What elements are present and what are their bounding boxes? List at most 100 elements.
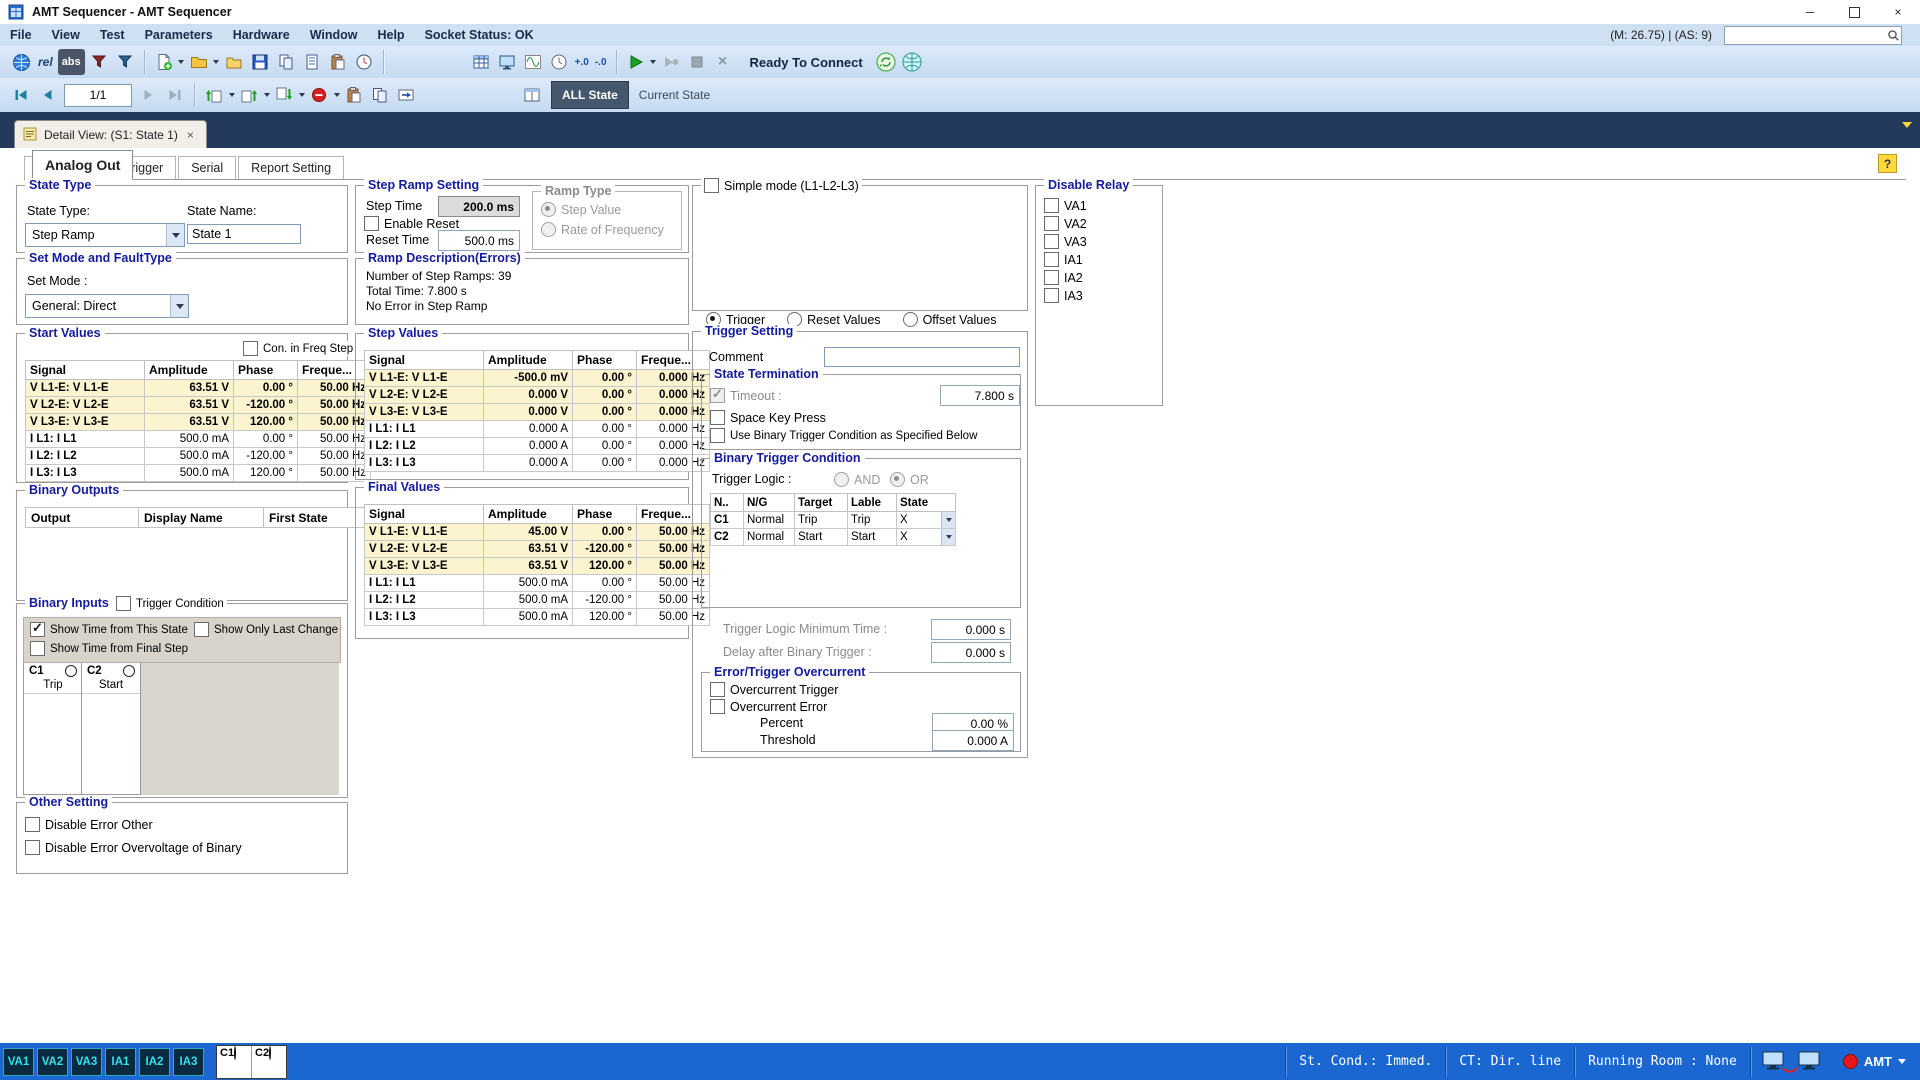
reconnect-icon[interactable] <box>874 50 898 74</box>
set-mode-dropdown-icon[interactable] <box>170 295 188 317</box>
insert-state-after-icon[interactable] <box>237 83 261 107</box>
cell[interactable]: Trip <box>795 512 848 529</box>
cell[interactable]: 500.0 mA <box>145 448 234 465</box>
split-view-icon[interactable] <box>520 83 544 107</box>
cell[interactable]: I L3: I L3 <box>365 609 484 626</box>
cell[interactable]: 0.000 V <box>484 404 573 421</box>
combo-dropdown-icon[interactable] <box>941 512 955 528</box>
cell[interactable]: I L2: I L2 <box>365 592 484 609</box>
delete-state-dropdown-icon[interactable] <box>332 83 341 107</box>
waveform-icon[interactable] <box>521 50 545 74</box>
trigger-logic-min-time-value[interactable]: 0.000 s <box>931 619 1011 640</box>
time-view-icon[interactable] <box>547 50 571 74</box>
cell[interactable]: V L1-E: V L1-E <box>365 524 484 541</box>
first-state-icon[interactable] <box>9 83 33 107</box>
cell[interactable]: -120.00 ° <box>573 592 637 609</box>
last-state-icon[interactable] <box>163 83 187 107</box>
detail-view-tab[interactable]: Detail View: (S1: State 1) × <box>14 120 207 149</box>
disable-relay-va3-checkbox[interactable]: VA3 <box>1044 234 1087 249</box>
or-radio[interactable]: OR <box>890 472 929 487</box>
cell[interactable]: 63.51 V <box>145 397 234 414</box>
cell[interactable]: 63.51 V <box>484 558 573 575</box>
cell[interactable]: I L1: I L1 <box>365 421 484 438</box>
cell[interactable]: -120.00 ° <box>234 397 298 414</box>
copy-icon[interactable] <box>274 50 298 74</box>
search-box[interactable] <box>1724 26 1902 45</box>
freq-step-checkbox[interactable]: Con. in Freq Step <box>241 341 355 356</box>
cell[interactable]: I L3: I L3 <box>365 455 484 472</box>
open-file-icon[interactable] <box>187 50 211 74</box>
cell[interactable]: V L2-E: V L2-E <box>365 387 484 404</box>
cell[interactable]: 120.00 ° <box>573 558 637 575</box>
table-row[interactable]: V L1-E: V L1-E63.51 V0.00 °50.00 Hz <box>26 380 371 397</box>
append-state-dropdown-icon[interactable] <box>297 83 306 107</box>
open-file-dropdown-icon[interactable] <box>212 50 221 74</box>
comment-input[interactable] <box>824 347 1020 367</box>
contact-indicator-c1[interactable]: C1 <box>217 1046 252 1078</box>
menu-file[interactable]: File <box>0 28 42 42</box>
cell[interactable]: V L1-E: V L1-E <box>26 380 145 397</box>
table-row[interactable]: V L3-E: V L3-E0.000 V0.00 °0.000 Hz <box>365 404 710 421</box>
state-combo[interactable]: X <box>897 529 956 546</box>
tab-report-setting[interactable]: Report Setting <box>238 156 344 179</box>
cell[interactable]: 500.0 mA <box>484 592 573 609</box>
amt-device-button[interactable]: AMT <box>1833 1054 1920 1069</box>
new-file-dropdown-icon[interactable] <box>177 50 186 74</box>
cell[interactable]: 0.00 ° <box>573 404 637 421</box>
contact-column-c1[interactable]: C1 Trip <box>23 663 83 795</box>
disable-relay-va1-checkbox[interactable]: VA1 <box>1044 198 1087 213</box>
cell[interactable]: 0.00 ° <box>573 575 637 592</box>
tab-close-icon[interactable]: × <box>185 128 196 142</box>
table-row[interactable]: I L1: I L1500.0 mA0.00 °50.00 Hz <box>365 575 710 592</box>
paste-state-icon[interactable] <box>342 83 366 107</box>
and-radio[interactable]: AND <box>834 472 880 487</box>
connection-monitors-icon[interactable] <box>1751 1048 1833 1076</box>
table-row[interactable]: V L2-E: V L2-E63.51 V-120.00 °50.00 Hz <box>365 541 710 558</box>
channel-button-ia1[interactable]: IA1 <box>105 1048 136 1076</box>
insert-after-dropdown-icon[interactable] <box>262 83 271 107</box>
cell[interactable]: I L2: I L2 <box>26 448 145 465</box>
column-header[interactable]: Phase <box>573 351 637 370</box>
cell[interactable]: 0.000 A <box>484 438 573 455</box>
use-binary-trigger-checkbox[interactable]: Use Binary Trigger Condition as Specifie… <box>710 428 977 443</box>
delay-after-binary-trigger-value[interactable]: 0.000 s <box>931 642 1011 663</box>
cell[interactable]: 45.00 V <box>484 524 573 541</box>
table-view-icon[interactable] <box>469 50 493 74</box>
column-header[interactable]: Signal <box>26 361 145 380</box>
cell[interactable]: 120.00 ° <box>234 414 298 431</box>
state-combo[interactable]: X <box>897 512 956 529</box>
table-row[interactable]: V L1-E: V L1-E45.00 V0.00 °50.00 Hz <box>365 524 710 541</box>
trigger-condition-checkbox[interactable]: Trigger Condition <box>113 596 227 611</box>
table-row[interactable]: V L1-E: V L1-E-500.0 mV0.00 °0.000 Hz <box>365 370 710 387</box>
cell[interactable]: 0.000 V <box>484 387 573 404</box>
menu-view[interactable]: View <box>42 28 90 42</box>
disable-relay-ia2-checkbox[interactable]: IA2 <box>1044 270 1083 285</box>
table-row[interactable]: I L3: I L30.000 A0.00 °0.000 Hz <box>365 455 710 472</box>
column-header[interactable]: Output <box>26 508 139 528</box>
cell[interactable]: I L2: I L2 <box>365 438 484 455</box>
channel-button-va1[interactable]: VA1 <box>3 1048 34 1076</box>
disable-relay-ia1-checkbox[interactable]: IA1 <box>1044 252 1083 267</box>
cell[interactable]: -120.00 ° <box>573 541 637 558</box>
cell[interactable]: Normal <box>744 512 795 529</box>
search-input[interactable] <box>1725 28 1885 43</box>
offset-values-radio[interactable]: Offset Values <box>903 312 997 327</box>
column-header[interactable]: Amplitude <box>145 361 234 380</box>
channel-button-ia3[interactable]: IA3 <box>173 1048 204 1076</box>
save-icon[interactable] <box>248 50 272 74</box>
close-button[interactable]: × <box>1876 0 1920 24</box>
insert-before-dropdown-icon[interactable] <box>227 83 236 107</box>
table-row[interactable]: C1NormalTripTripX <box>711 512 956 529</box>
toolbar-overflow-icon[interactable] <box>1902 122 1912 128</box>
cell[interactable]: 500.0 mA <box>145 431 234 448</box>
cell[interactable]: V L3-E: V L3-E <box>26 414 145 431</box>
cell[interactable]: 0.00 ° <box>234 431 298 448</box>
add-decimal-icon[interactable]: +.0 <box>573 50 591 74</box>
menu-test[interactable]: Test <box>90 28 135 42</box>
search-icon[interactable] <box>1885 29 1901 42</box>
delete-state-icon[interactable] <box>307 83 331 107</box>
cell[interactable]: 0.000 A <box>484 421 573 438</box>
fault-filter-icon[interactable] <box>87 50 111 74</box>
minimize-button[interactable]: ─ <box>1788 0 1832 24</box>
rate-of-frequency-radio[interactable]: Rate of Frequency <box>541 222 664 237</box>
